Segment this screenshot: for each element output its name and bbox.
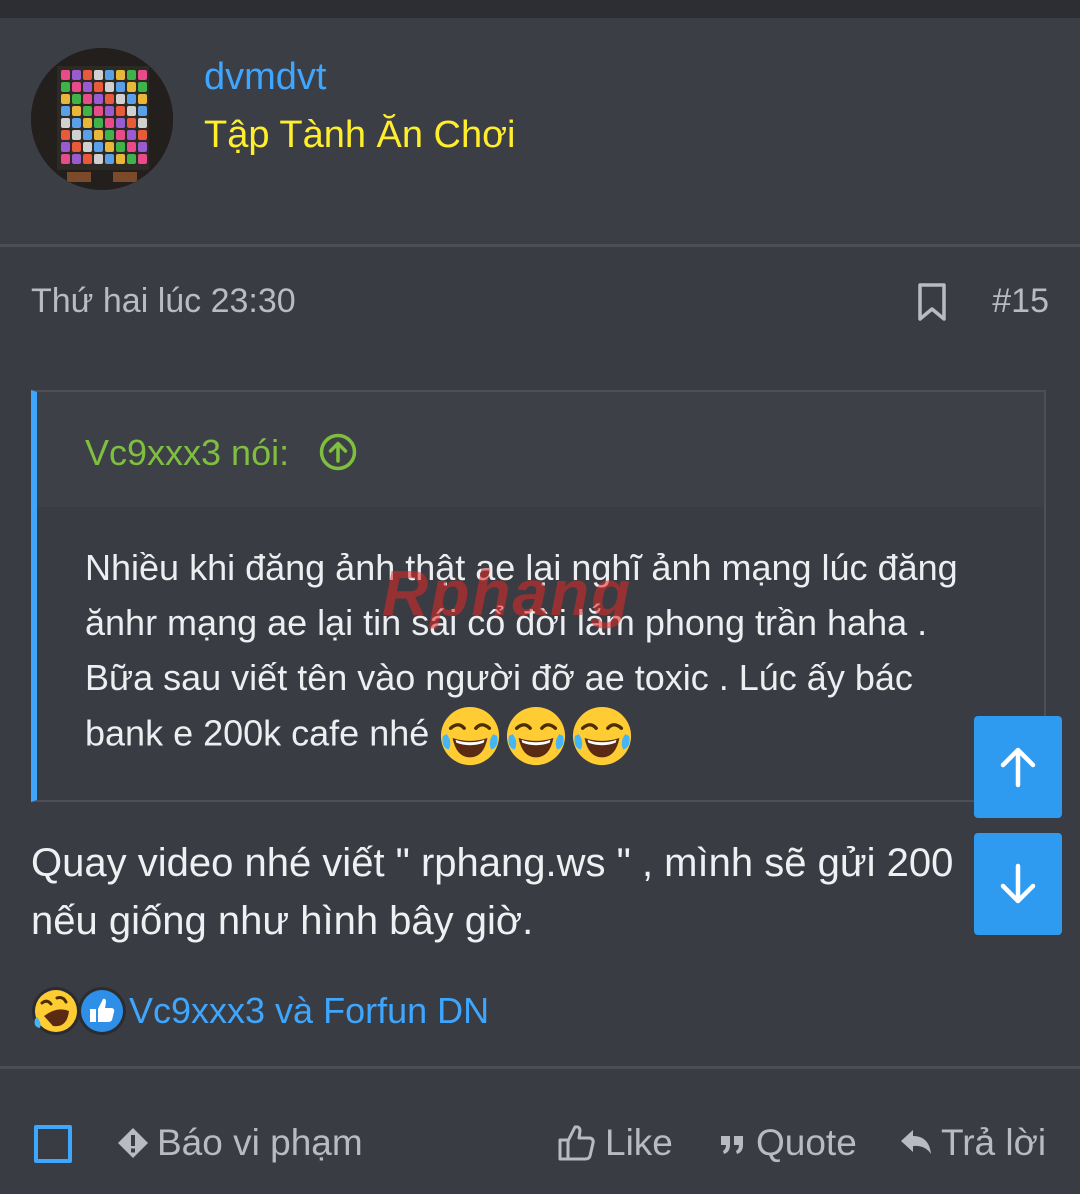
top-bar — [0, 0, 1080, 18]
bookmark-icon[interactable] — [917, 282, 947, 322]
like-label: Like — [605, 1122, 673, 1163]
arrow-up-icon — [1000, 747, 1036, 788]
reply-label: Trả lời — [941, 1122, 1047, 1163]
avatar-image — [31, 48, 173, 190]
quote-header: Vc9xxx3 nói: — [37, 392, 1044, 507]
user-header: dvmdvt Tập Tành Ăn Chơi — [0, 18, 1080, 247]
tears-of-joy-emoji — [507, 706, 566, 766]
post-date[interactable]: Thứ hai lúc 23:30 — [31, 282, 296, 321]
select-checkbox[interactable] — [34, 1125, 72, 1163]
report-label: Báo vi phạm — [157, 1122, 363, 1163]
post-message-line: Quay video nhé viết " rphang.ws " , mình… — [31, 841, 954, 885]
username-link[interactable]: dvmdvt — [204, 56, 326, 99]
reply-icon — [901, 1130, 931, 1154]
post-message-line: nếu giống như hình bây giờ. — [31, 899, 534, 943]
thumbs-up-icon — [558, 1125, 595, 1161]
arrow-down-icon — [1000, 863, 1036, 904]
reply-button[interactable]: Trả lời — [899, 1122, 1046, 1164]
like-reaction-icon — [78, 987, 126, 1035]
avatar[interactable] — [31, 48, 173, 190]
jump-to-quote-icon[interactable] — [318, 432, 358, 472]
quote-icon — [721, 1136, 743, 1154]
quote-button[interactable]: Quote — [718, 1122, 857, 1164]
user-title: Tập Tành Ăn Chơi — [204, 114, 516, 156]
like-button[interactable]: Like — [557, 1122, 673, 1164]
tears-of-joy-emoji — [441, 706, 500, 766]
post-actions: Báo vi phạm Like Quote Trả lời — [0, 1069, 1080, 1194]
rofl-emoji — [32, 987, 80, 1035]
post-meta: Thứ hai lúc 23:30 #15 — [31, 282, 1049, 326]
scroll-down-button[interactable] — [974, 833, 1062, 935]
emoji-row — [439, 705, 637, 767]
watermark-logo: Rphang — [382, 557, 633, 629]
alert-icon — [118, 1128, 148, 1158]
tears-of-joy-emoji — [573, 706, 632, 766]
quote-label: Quote — [756, 1122, 857, 1163]
post-number[interactable]: #15 — [992, 282, 1049, 321]
reaction-users[interactable]: Vc9xxx3 và Forfun DN — [129, 990, 489, 1032]
quote-author[interactable]: Vc9xxx3 nói: — [85, 432, 289, 474]
report-button[interactable]: Báo vi phạm — [117, 1122, 363, 1164]
post-message: Quay video nhé viết " rphang.ws " , mình… — [31, 834, 971, 950]
scroll-up-button[interactable] — [974, 716, 1062, 818]
